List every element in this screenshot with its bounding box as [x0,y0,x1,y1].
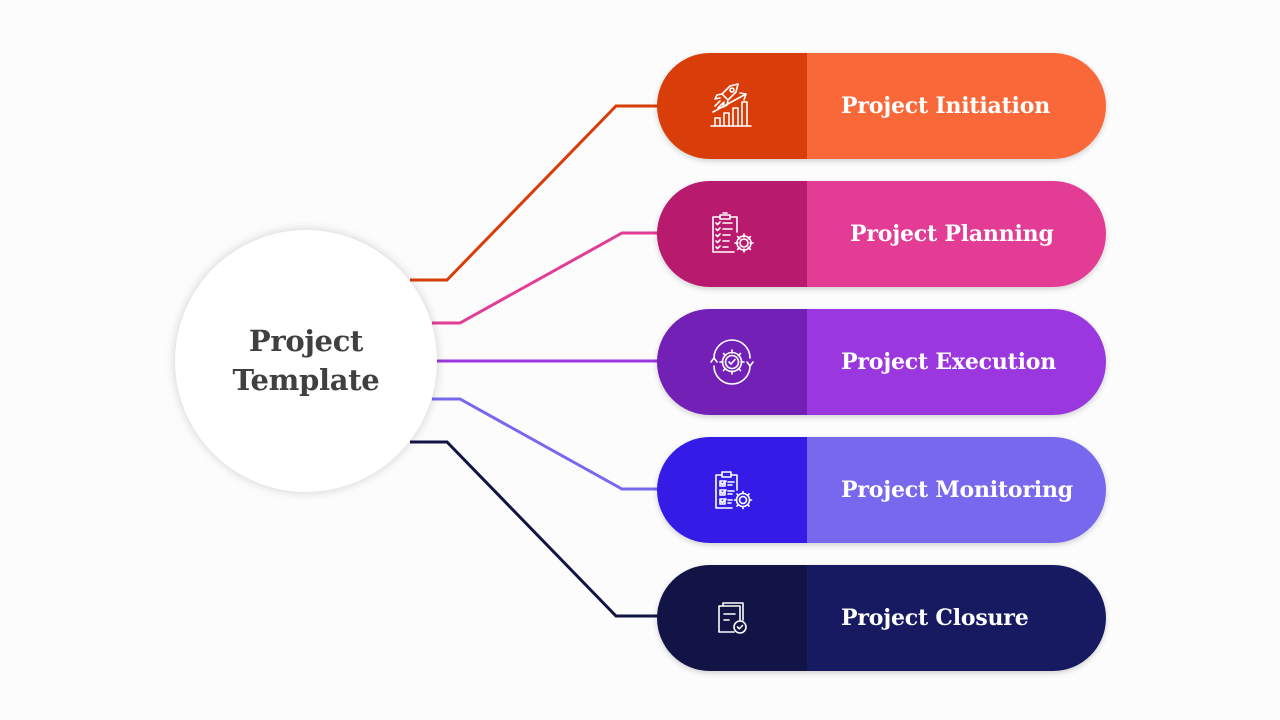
stage-label-box: Project Initiation [807,53,1106,159]
stage-execution: Project Execution [657,309,1106,415]
stage-label: Project Closure [841,605,1029,631]
gear-check-cycle-icon [710,339,754,385]
stage-icon-box [657,53,807,159]
connector-planning [432,231,660,325]
stage-initiation: Project Initiation [657,53,1106,159]
documents-check-icon [718,602,747,634]
connector-initiation [410,104,660,282]
hub-title-line2: Template [232,363,380,397]
stage-label-box: Project Monitoring [807,437,1106,543]
connector-monitoring [432,397,660,491]
stage-planning: Project Planning [657,181,1106,287]
stage-monitoring: Project Monitoring [657,437,1106,543]
stage-icon-box [657,309,807,415]
stage-label: Project Execution [841,349,1057,375]
connector-closure [410,440,660,618]
central-hub: Project Template [175,230,437,492]
hub-title-line1: Project [248,324,364,358]
clipboard-monitoring-gear-icon [715,471,753,510]
stage-label: Project Monitoring [841,477,1073,503]
rocket-growth-chart-icon [710,83,752,127]
stage-label: Project Planning [850,221,1054,247]
stage-icon-box [657,565,807,671]
stage-label-box: Project Planning [807,181,1106,287]
stage-label-box: Project Execution [807,309,1106,415]
stage-label-box: Project Closure [807,565,1106,671]
stage-closure: Project Closure [657,565,1106,671]
stage-icon-box [657,181,807,287]
stage-label: Project Initiation [841,93,1050,119]
stage-icon-box [657,437,807,543]
clipboard-checklist-gear-icon [712,212,754,253]
hub-title: Project Template [233,322,380,400]
